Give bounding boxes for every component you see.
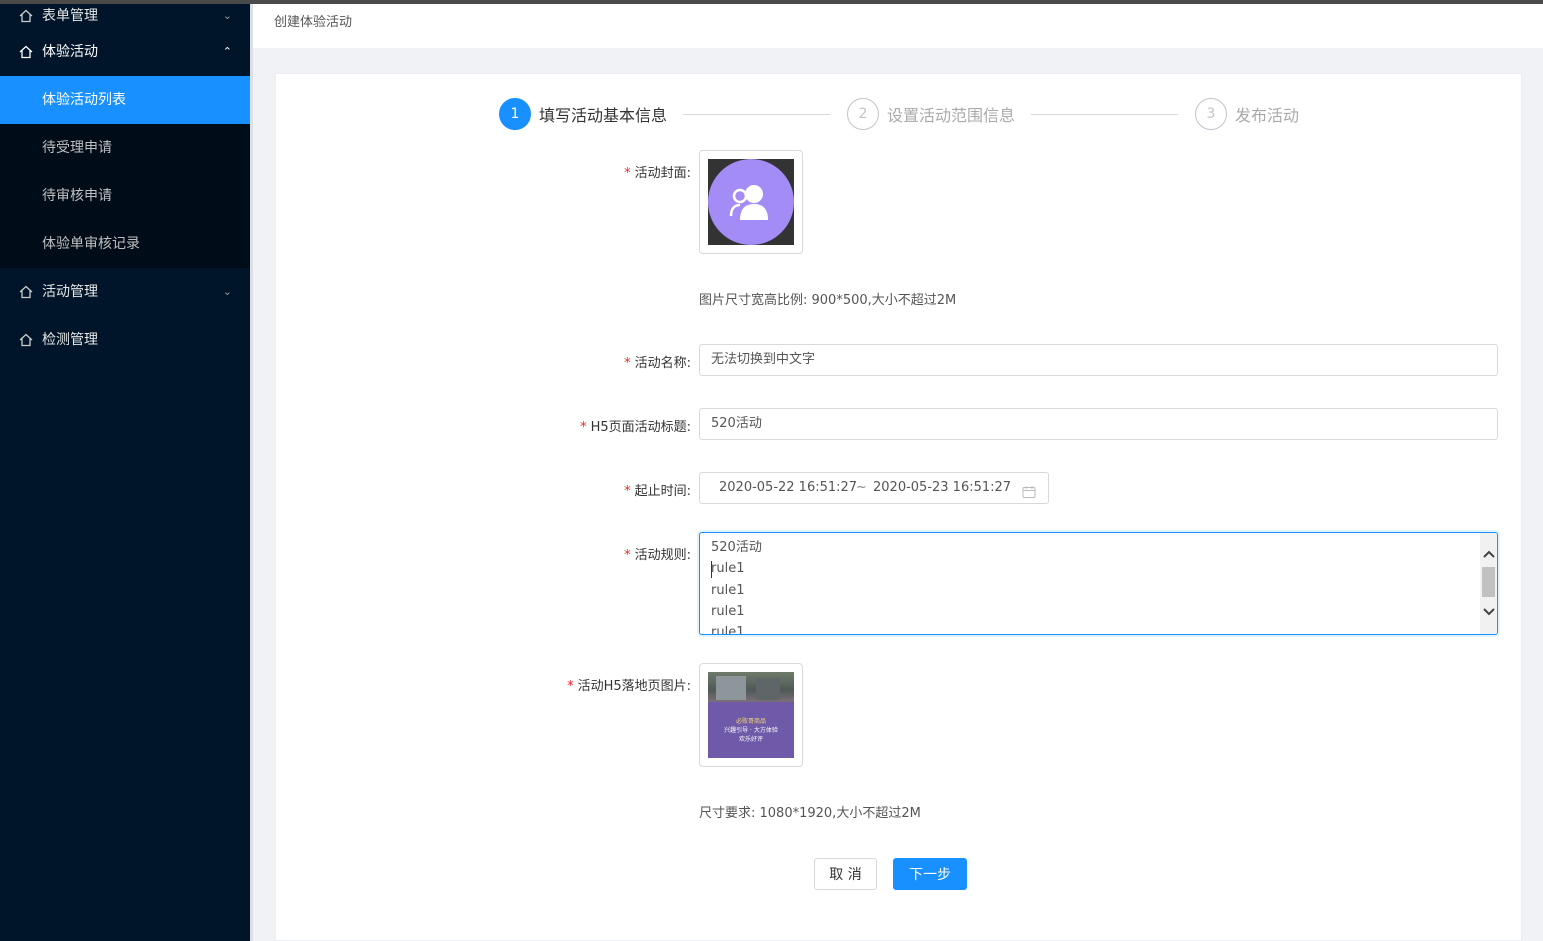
- required-mark: *: [624, 166, 631, 181]
- menu-experience-activity[interactable]: 体验活动 ⌃: [0, 28, 250, 76]
- rules-label: * 活动规则:: [624, 544, 691, 563]
- chevron-down-icon: ⌄: [222, 285, 232, 298]
- rules-text: 520活动 rule1 rule1 rule1 rule1: [711, 537, 762, 635]
- landing-image: 必败哥商品 兴趣引导 · 大方体验 欢乐好评: [708, 672, 794, 758]
- step-connector: [1031, 114, 1178, 115]
- sidebar-item-pending-review[interactable]: 待审核申请: [0, 172, 250, 220]
- rules-line: rule1: [711, 625, 745, 635]
- textarea-scrollbar[interactable]: [1480, 533, 1497, 634]
- start-date: 2020-05-22 16:51:27: [719, 480, 858, 495]
- home-icon: [18, 28, 34, 76]
- submenu-experience-activity: 体验活动列表 待受理申请 待审核申请 体验单审核记录: [0, 76, 250, 268]
- step-number: 2: [847, 98, 879, 130]
- poster-line: 欢乐好评: [738, 735, 763, 743]
- menu-form-management[interactable]: 表单管理 ⌄: [0, 4, 250, 28]
- step-2: 2 设置活动范围信息: [847, 97, 1015, 131]
- step-3: 3 发布活动: [1195, 97, 1299, 131]
- step-label: 设置活动范围信息: [887, 106, 1016, 125]
- rules-line: rule1: [711, 603, 745, 619]
- required-mark: *: [567, 679, 574, 694]
- sidebar-item-pending-acceptance[interactable]: 待受理申请: [0, 124, 250, 172]
- step-1: 1 填写活动基本信息: [499, 97, 667, 131]
- sidebar-item-review-records[interactable]: 体验单审核记录: [0, 220, 250, 268]
- rules-line: rule1: [711, 561, 745, 577]
- step-label: 填写活动基本信息: [539, 106, 668, 125]
- page-header: 创建体验活动: [253, 4, 1543, 48]
- menu-label: 检测管理: [42, 332, 98, 348]
- time-label: * 起止时间:: [624, 480, 691, 499]
- step-number: 3: [1195, 98, 1227, 130]
- home-icon: [18, 316, 34, 364]
- cover-label: * 活动封面:: [624, 162, 691, 181]
- time-label-text: 起止时间:: [634, 484, 691, 499]
- text-cursor: [711, 561, 712, 578]
- menu-activity-management[interactable]: 活动管理 ⌄: [0, 268, 250, 316]
- sidebar: 表单管理 ⌄ 体验活动 ⌃ 体验活动列表 待受理申请 待审核申请 体验单审核记录…: [0, 4, 250, 941]
- scroll-down-icon[interactable]: [1480, 603, 1497, 620]
- menu-label: 体验活动: [42, 44, 98, 60]
- name-label-text: 活动名称:: [634, 356, 691, 371]
- sidebar-item-activity-list[interactable]: 体验活动列表: [0, 76, 250, 124]
- cover-image: [708, 159, 794, 245]
- landing-label: * 活动H5落地页图片:: [567, 675, 691, 694]
- landing-hint: 尺寸要求: 1080*1920,大小不超过2M: [699, 806, 921, 821]
- h5-title-label: * H5页面活动标题:: [580, 416, 691, 435]
- rules-label-text: 活动规则:: [634, 548, 691, 563]
- chevron-up-icon: ⌃: [222, 45, 232, 58]
- landing-label-text: 活动H5落地页图片:: [577, 679, 691, 694]
- required-mark: *: [624, 356, 631, 371]
- poster-line: 必败哥商品: [735, 717, 766, 725]
- end-date: 2020-05-23 16:51:27: [873, 480, 1012, 495]
- cover-uploader[interactable]: [699, 150, 803, 254]
- poster-line: 兴趣引导 · 大方体验: [724, 726, 778, 734]
- cancel-button[interactable]: 取 消: [814, 858, 877, 890]
- home-icon: [18, 4, 34, 28]
- rules-line: 520活动: [711, 540, 762, 555]
- step-connector: [683, 114, 830, 115]
- cover-label-text: 活动封面:: [634, 166, 691, 181]
- scroll-up-icon[interactable]: [1480, 545, 1497, 562]
- rules-line: rule1: [711, 582, 745, 598]
- photo-strip: [708, 672, 794, 702]
- required-mark: *: [580, 420, 587, 435]
- calendar-icon: [1022, 481, 1036, 498]
- next-step-button[interactable]: 下一步: [893, 858, 967, 890]
- chevron-down-icon: ⌄: [222, 9, 232, 22]
- users-icon: [708, 159, 794, 245]
- h5-title-label-text: H5页面活动标题:: [590, 420, 691, 435]
- required-mark: *: [624, 484, 631, 499]
- date-range-picker[interactable]: 2020-05-22 16:51:27 ~ 2020-05-23 16:51:2…: [699, 472, 1049, 504]
- menu-inspection-management[interactable]: 检测管理: [0, 316, 250, 364]
- sidebar-divider: [250, 4, 253, 941]
- name-label: * 活动名称:: [624, 352, 691, 371]
- activity-name-input[interactable]: 无法切换到中文字: [699, 344, 1498, 376]
- breadcrumb: 创建体验活动: [274, 15, 353, 30]
- rules-textarea[interactable]: 520活动 rule1 rule1 rule1 rule1: [699, 532, 1498, 635]
- scrollbar-thumb[interactable]: [1482, 567, 1495, 597]
- h5-title-input[interactable]: 520活动: [699, 408, 1498, 440]
- range-separator: ~: [856, 480, 867, 495]
- cover-hint: 图片尺寸宽高比例: 900*500,大小不超过2M: [699, 293, 957, 308]
- menu-label: 活动管理: [42, 284, 98, 300]
- step-label: 发布活动: [1235, 106, 1300, 125]
- menu-label: 表单管理: [42, 8, 98, 24]
- home-icon: [18, 268, 34, 316]
- required-mark: *: [624, 548, 631, 563]
- step-number: 1: [499, 98, 531, 130]
- landing-uploader[interactable]: 必败哥商品 兴趣引导 · 大方体验 欢乐好评: [699, 663, 803, 767]
- poster-panel: 必败哥商品 兴趣引导 · 大方体验 欢乐好评: [708, 702, 794, 758]
